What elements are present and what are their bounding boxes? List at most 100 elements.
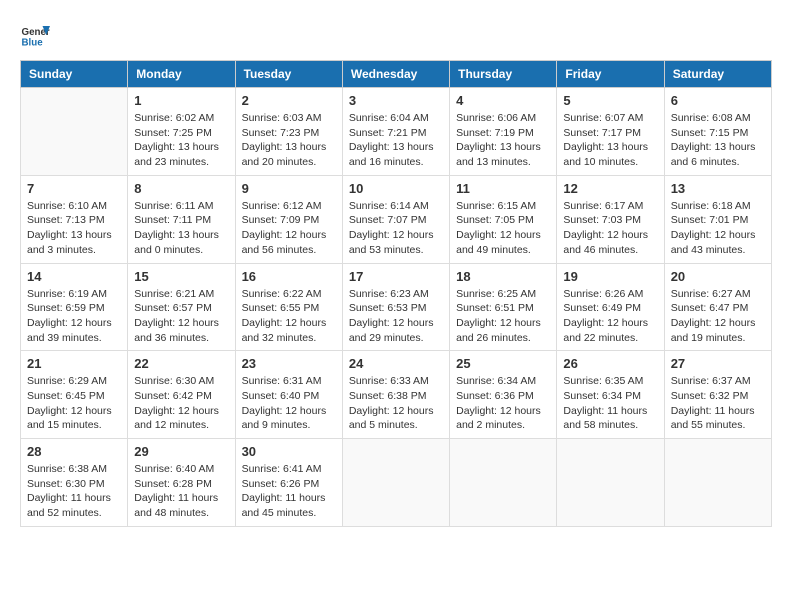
- day-number: 15: [134, 269, 228, 284]
- day-info: Sunrise: 6:03 AMSunset: 7:23 PMDaylight:…: [242, 111, 336, 170]
- day-number: 7: [27, 181, 121, 196]
- day-info: Sunrise: 6:04 AMSunset: 7:21 PMDaylight:…: [349, 111, 443, 170]
- week-row-5: 28 Sunrise: 6:38 AMSunset: 6:30 PMDayligh…: [21, 439, 772, 527]
- day-number: 21: [27, 356, 121, 371]
- day-cell: 8 Sunrise: 6:11 AMSunset: 7:11 PMDaylight…: [128, 175, 235, 263]
- day-info: Sunrise: 6:19 AMSunset: 6:59 PMDaylight:…: [27, 287, 121, 346]
- day-number: 4: [456, 93, 550, 108]
- day-info: Sunrise: 6:38 AMSunset: 6:30 PMDaylight:…: [27, 462, 121, 521]
- day-cell: 13Sunrise: 6:18 AMSunset: 7:01 PMDayligh…: [664, 175, 771, 263]
- day-number: 22: [134, 356, 228, 371]
- day-cell: 22 Sunrise: 6:30 AMSunset: 6:42 PMDayligh…: [128, 351, 235, 439]
- day-info: Sunrise: 6:08 AMSunset: 7:15 PMDaylight:…: [671, 111, 765, 170]
- day-cell: 4 Sunrise: 6:06 AMSunset: 7:19 PMDaylight…: [450, 88, 557, 176]
- day-cell: 24 Sunrise: 6:33 AMSunset: 6:38 PMDayligh…: [342, 351, 449, 439]
- weekday-header-monday: Monday: [128, 61, 235, 88]
- day-number: 25: [456, 356, 550, 371]
- day-info: Sunrise: 6:23 AMSunset: 6:53 PMDaylight:…: [349, 287, 443, 346]
- day-cell: [557, 439, 664, 527]
- day-info: Sunrise: 6:06 AMSunset: 7:19 PMDaylight:…: [456, 111, 550, 170]
- day-number: 1: [134, 93, 228, 108]
- day-cell: 14Sunrise: 6:19 AMSunset: 6:59 PMDayligh…: [21, 263, 128, 351]
- day-number: 27: [671, 356, 765, 371]
- day-info: Sunrise: 6:21 AMSunset: 6:57 PMDaylight:…: [134, 287, 228, 346]
- day-info: Sunrise: 6:11 AMSunset: 7:11 PMDaylight:…: [134, 199, 228, 258]
- day-number: 9: [242, 181, 336, 196]
- day-number: 24: [349, 356, 443, 371]
- day-cell: 3 Sunrise: 6:04 AMSunset: 7:21 PMDaylight…: [342, 88, 449, 176]
- day-info: Sunrise: 6:41 AMSunset: 6:26 PMDaylight:…: [242, 462, 336, 521]
- day-cell: 2 Sunrise: 6:03 AMSunset: 7:23 PMDaylight…: [235, 88, 342, 176]
- day-info: Sunrise: 6:30 AMSunset: 6:42 PMDaylight:…: [134, 374, 228, 433]
- day-cell: 30Sunrise: 6:41 AMSunset: 6:26 PMDayligh…: [235, 439, 342, 527]
- day-info: Sunrise: 6:31 AMSunset: 6:40 PMDaylight:…: [242, 374, 336, 433]
- day-number: 6: [671, 93, 765, 108]
- day-cell: 19 Sunrise: 6:26 AMSunset: 6:49 PMDayligh…: [557, 263, 664, 351]
- day-info: Sunrise: 6:40 AMSunset: 6:28 PMDaylight:…: [134, 462, 228, 521]
- day-cell: [21, 88, 128, 176]
- day-info: Sunrise: 6:35 AMSunset: 6:34 PMDaylight:…: [563, 374, 657, 433]
- day-info: Sunrise: 6:33 AMSunset: 6:38 PMDaylight:…: [349, 374, 443, 433]
- day-cell: 6 Sunrise: 6:08 AMSunset: 7:15 PMDaylight…: [664, 88, 771, 176]
- day-info: Sunrise: 6:10 AMSunset: 7:13 PMDaylight:…: [27, 199, 121, 258]
- day-info: Sunrise: 6:14 AMSunset: 7:07 PMDaylight:…: [349, 199, 443, 258]
- day-number: 16: [242, 269, 336, 284]
- day-cell: [342, 439, 449, 527]
- week-row-4: 21Sunrise: 6:29 AMSunset: 6:45 PMDayligh…: [21, 351, 772, 439]
- day-info: Sunrise: 6:37 AMSunset: 6:32 PMDaylight:…: [671, 374, 765, 433]
- day-number: 2: [242, 93, 336, 108]
- logo: General Blue: [20, 20, 50, 50]
- day-info: Sunrise: 6:25 AMSunset: 6:51 PMDaylight:…: [456, 287, 550, 346]
- week-row-3: 14Sunrise: 6:19 AMSunset: 6:59 PMDayligh…: [21, 263, 772, 351]
- weekday-header-friday: Friday: [557, 61, 664, 88]
- day-info: Sunrise: 6:18 AMSunset: 7:01 PMDaylight:…: [671, 199, 765, 258]
- day-info: Sunrise: 6:17 AMSunset: 7:03 PMDaylight:…: [563, 199, 657, 258]
- weekday-header-tuesday: Tuesday: [235, 61, 342, 88]
- day-number: 3: [349, 93, 443, 108]
- day-cell: 11 Sunrise: 6:15 AMSunset: 7:05 PMDayligh…: [450, 175, 557, 263]
- day-cell: 23 Sunrise: 6:31 AMSunset: 6:40 PMDayligh…: [235, 351, 342, 439]
- day-cell: 25 Sunrise: 6:34 AMSunset: 6:36 PMDayligh…: [450, 351, 557, 439]
- day-number: 12: [563, 181, 657, 196]
- day-number: 23: [242, 356, 336, 371]
- day-info: Sunrise: 6:22 AMSunset: 6:55 PMDaylight:…: [242, 287, 336, 346]
- day-info: Sunrise: 6:27 AMSunset: 6:47 PMDaylight:…: [671, 287, 765, 346]
- week-row-2: 7 Sunrise: 6:10 AMSunset: 7:13 PMDaylight…: [21, 175, 772, 263]
- day-cell: 15 Sunrise: 6:21 AMSunset: 6:57 PMDayligh…: [128, 263, 235, 351]
- day-cell: 26 Sunrise: 6:35 AMSunset: 6:34 PMDayligh…: [557, 351, 664, 439]
- day-info: Sunrise: 6:26 AMSunset: 6:49 PMDaylight:…: [563, 287, 657, 346]
- day-cell: 27 Sunrise: 6:37 AMSunset: 6:32 PMDayligh…: [664, 351, 771, 439]
- calendar-table: SundayMondayTuesdayWednesdayThursdayFrid…: [20, 60, 772, 527]
- day-number: 11: [456, 181, 550, 196]
- day-number: 28: [27, 444, 121, 459]
- week-row-1: 1 Sunrise: 6:02 AMSunset: 7:25 PMDaylight…: [21, 88, 772, 176]
- weekday-header-row: SundayMondayTuesdayWednesdayThursdayFrid…: [21, 61, 772, 88]
- day-info: Sunrise: 6:02 AMSunset: 7:25 PMDaylight:…: [134, 111, 228, 170]
- day-cell: 20 Sunrise: 6:27 AMSunset: 6:47 PMDayligh…: [664, 263, 771, 351]
- svg-text:Blue: Blue: [22, 38, 44, 49]
- day-cell: 12 Sunrise: 6:17 AMSunset: 7:03 PMDayligh…: [557, 175, 664, 263]
- day-number: 20: [671, 269, 765, 284]
- weekday-header-thursday: Thursday: [450, 61, 557, 88]
- day-cell: 29 Sunrise: 6:40 AMSunset: 6:28 PMDayligh…: [128, 439, 235, 527]
- day-number: 26: [563, 356, 657, 371]
- day-info: Sunrise: 6:07 AMSunset: 7:17 PMDaylight:…: [563, 111, 657, 170]
- weekday-header-saturday: Saturday: [664, 61, 771, 88]
- day-cell: [664, 439, 771, 527]
- day-number: 10: [349, 181, 443, 196]
- day-cell: 9Sunrise: 6:12 AMSunset: 7:09 PMDaylight…: [235, 175, 342, 263]
- day-number: 17: [349, 269, 443, 284]
- weekday-header-wednesday: Wednesday: [342, 61, 449, 88]
- day-number: 29: [134, 444, 228, 459]
- day-number: 8: [134, 181, 228, 196]
- day-cell: 21Sunrise: 6:29 AMSunset: 6:45 PMDayligh…: [21, 351, 128, 439]
- day-cell: [450, 439, 557, 527]
- day-cell: 10 Sunrise: 6:14 AMSunset: 7:07 PMDayligh…: [342, 175, 449, 263]
- day-cell: 28 Sunrise: 6:38 AMSunset: 6:30 PMDayligh…: [21, 439, 128, 527]
- day-number: 19: [563, 269, 657, 284]
- day-cell: 5Sunrise: 6:07 AMSunset: 7:17 PMDaylight…: [557, 88, 664, 176]
- day-info: Sunrise: 6:34 AMSunset: 6:36 PMDaylight:…: [456, 374, 550, 433]
- day-cell: 16 Sunrise: 6:22 AMSunset: 6:55 PMDayligh…: [235, 263, 342, 351]
- day-cell: 18Sunrise: 6:25 AMSunset: 6:51 PMDayligh…: [450, 263, 557, 351]
- day-info: Sunrise: 6:15 AMSunset: 7:05 PMDaylight:…: [456, 199, 550, 258]
